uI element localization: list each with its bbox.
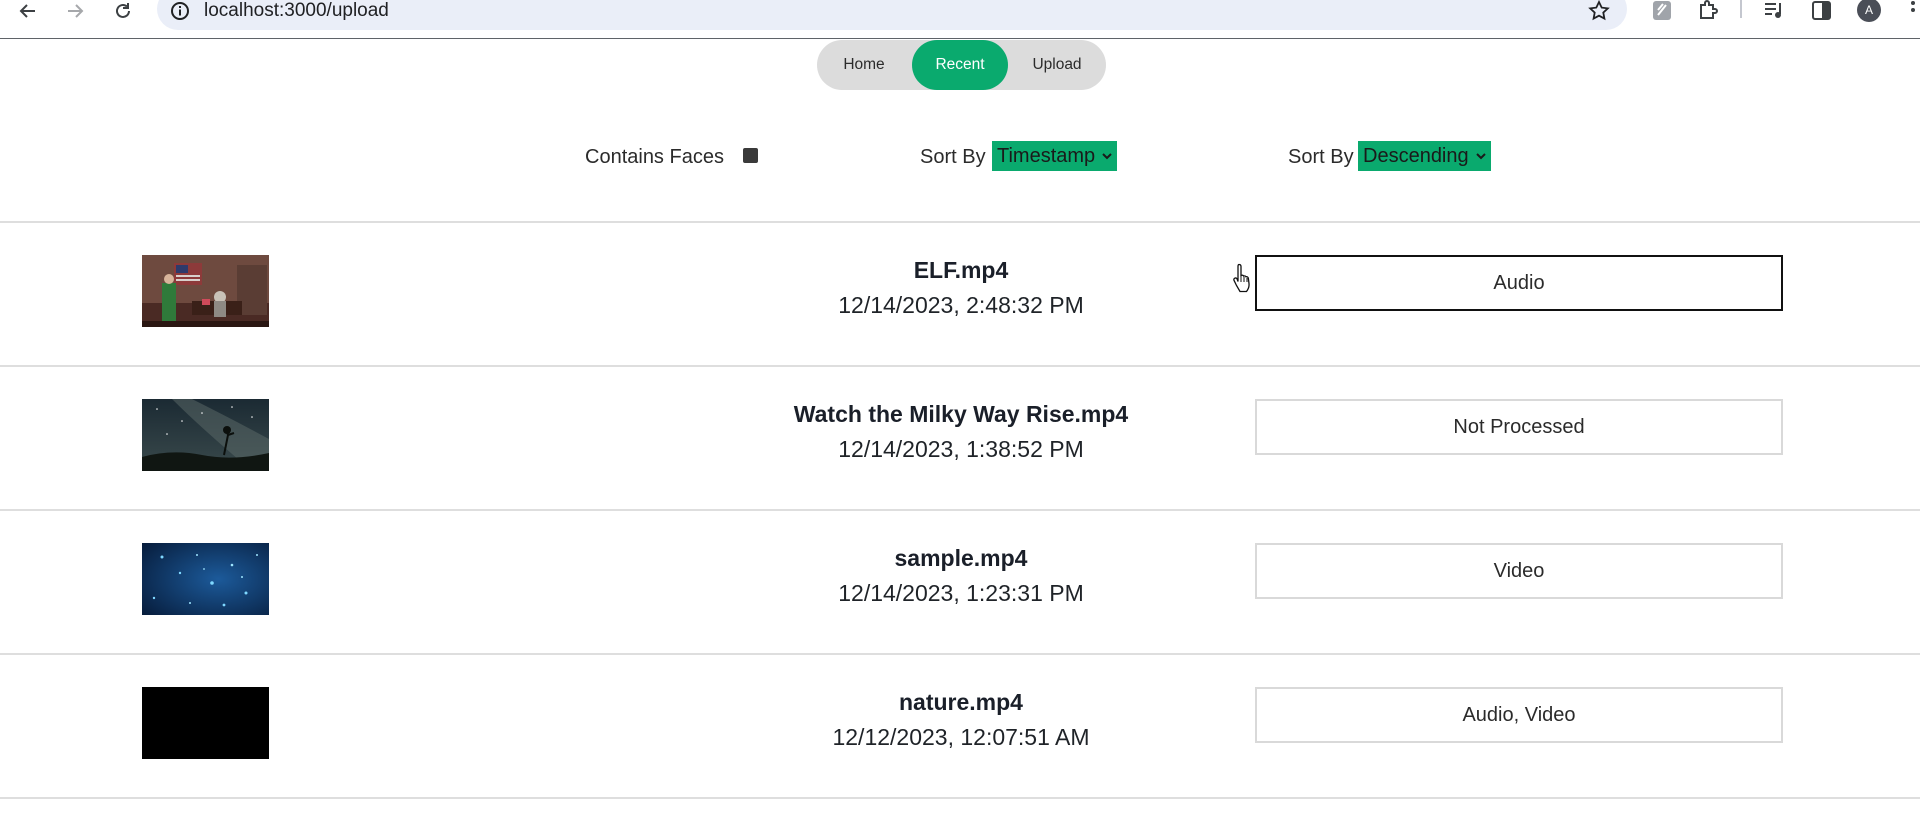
video-timestamp: 12/14/2023, 2:48:32 PM [838,292,1084,318]
video-name: Watch the Milky Way Rise.mp4 [793,401,1129,427]
sort-order-label: Sort By [1288,146,1354,168]
side-panel-icon[interactable] [1810,0,1834,23]
reload-icon[interactable] [111,0,135,22]
browser-menu-icon[interactable] [1910,0,1916,20]
tab-recent[interactable]: Recent [912,40,1008,90]
processing-status-button[interactable]: Audio, Video [1255,687,1783,743]
video-thumbnail[interactable] [142,543,269,615]
video-row[interactable]: Watch the Milky Way Rise.mp4 12/14/2023,… [0,365,1920,509]
contains-faces-checkbox[interactable] [743,148,758,163]
media-controls-icon[interactable] [1762,0,1786,23]
video-name: nature.mp4 [899,689,1023,715]
forward-arrow-icon[interactable] [63,0,87,22]
processing-status-button[interactable]: Audio [1255,255,1783,311]
video-row[interactable] [0,797,1920,820]
video-thumbnail[interactable] [142,687,269,759]
browser-toolbar: localhost:3000/upload A [0,0,1920,39]
toolbar-divider [1740,0,1742,18]
back-arrow-icon[interactable] [16,0,40,22]
url-text[interactable]: localhost:3000/upload [204,0,389,22]
video-row[interactable]: ELF.mp4 12/14/2023, 2:48:32 PM Audio [0,221,1920,365]
sort-field-value: Timestamp [997,145,1096,167]
tab-home[interactable]: Home [817,40,911,90]
chevron-down-icon [1475,153,1486,160]
tab-upload[interactable]: Upload [1009,40,1105,90]
video-thumbnail[interactable] [142,399,269,471]
profile-avatar[interactable]: A [1857,0,1881,22]
video-timestamp: 12/14/2023, 1:38:52 PM [838,436,1084,462]
video-thumbnail[interactable] [142,255,269,327]
extensions-puzzle-icon[interactable] [1696,0,1720,23]
sort-order-select[interactable]: Descending [1358,141,1491,171]
video-row[interactable]: sample.mp4 12/14/2023, 1:23:31 PM Video [0,509,1920,653]
sort-order-value: Descending [1363,145,1469,167]
extension-icon[interactable] [1650,0,1674,23]
sort-field-select[interactable]: Timestamp [992,141,1118,171]
processing-status-button[interactable]: Not Processed [1255,399,1783,455]
nav-tabs: Home Recent Upload [817,40,1106,90]
sort-field-label: Sort By [920,146,986,168]
video-name: sample.mp4 [894,545,1028,571]
address-bar[interactable]: localhost:3000/upload [157,0,1627,30]
chevron-down-icon [1102,153,1112,160]
video-row[interactable]: nature.mp4 12/12/2023, 12:07:51 AM Audio… [0,653,1920,797]
video-timestamp: 12/12/2023, 12:07:51 AM [832,724,1090,750]
contains-faces-label: Contains Faces [585,146,724,168]
site-info-icon[interactable] [169,0,191,22]
bookmark-star-icon[interactable] [1587,0,1611,23]
processing-status-button[interactable]: Video [1255,543,1783,599]
video-timestamp: 12/14/2023, 1:23:31 PM [838,580,1084,606]
video-name: ELF.mp4 [913,257,1009,283]
hand-pointer-icon [1233,263,1250,293]
